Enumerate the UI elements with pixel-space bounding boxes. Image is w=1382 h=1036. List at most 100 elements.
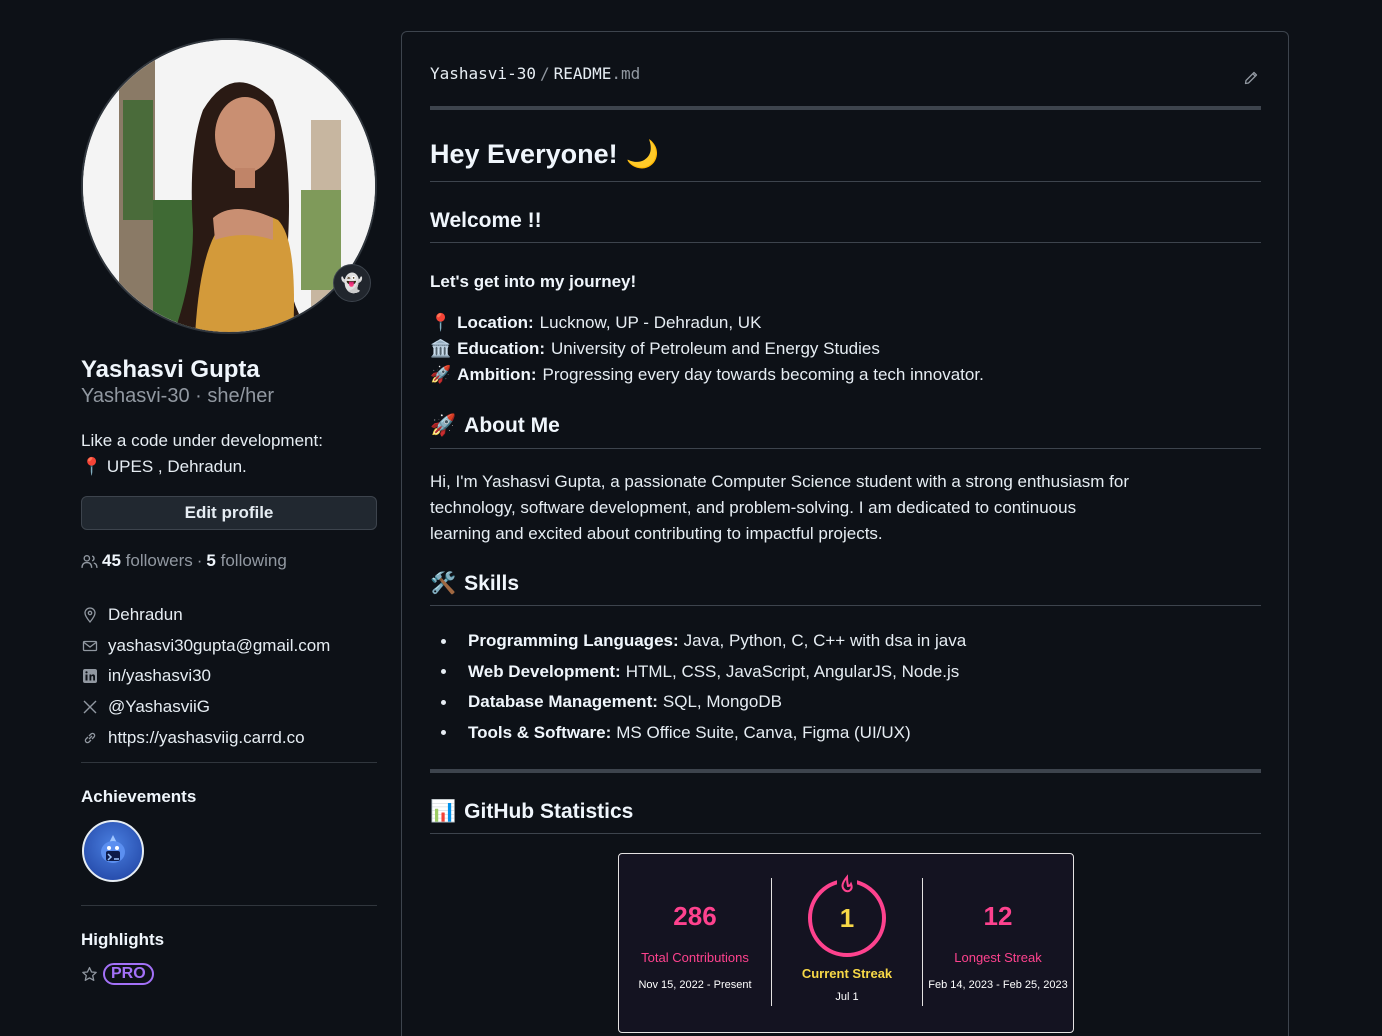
bio-line-2: 📍 UPES , Dehradun. (81, 454, 323, 480)
followers-label: followers (125, 551, 193, 570)
skill-label: Tools & Software: (468, 722, 612, 742)
longest-streak: 12 Longest Streak Feb 14, 2023 - Feb 25,… (922, 901, 1074, 991)
achievement-badge[interactable] (82, 820, 144, 882)
info-education: 🏛️ Education: University of Petroleum an… (430, 336, 880, 362)
info-ambition-value: Progressing every day towards becoming a… (542, 365, 984, 384)
current-streak: 1 Current Streak Jul 1 (771, 874, 923, 1003)
stats-title: GitHub Statistics (464, 800, 634, 823)
profile-sidebar: 👻 Yashasvi Gupta Yashasvi-30 · she/her L… (81, 38, 377, 985)
edit-profile-button[interactable]: Edit profile (81, 496, 377, 530)
total-value: 286 (673, 901, 717, 931)
sidebar-divider (81, 762, 377, 763)
skill-value: HTML, CSS, JavaScript, AngularJS, Node.j… (625, 661, 960, 681)
bullet (441, 699, 446, 705)
bio-line-1: Like a code under development: (81, 431, 323, 450)
readme-repo-link[interactable]: Yashasvi-30 (430, 64, 536, 83)
total-contributions: 286 Total Contributions Nov 15, 2022 - P… (619, 901, 771, 991)
readme-path: Yashasvi-30/README.md (430, 64, 640, 83)
skill-label: Programming Languages: (468, 631, 679, 651)
profile-name: Yashasvi Gupta (81, 356, 260, 383)
highlights-heading: Highlights (81, 930, 165, 949)
info-ambition-label: Ambition: (457, 365, 537, 384)
profile-details: Dehradun yashasvi30gupta@gmail.com in/ya… (81, 600, 330, 753)
welcome-rule (430, 242, 1261, 243)
skill-value: MS Office Suite, Canva, Figma (UI/UX) (616, 722, 911, 742)
rocket-icon: 🚀 (430, 365, 452, 384)
profile-bio: Like a code under development: 📍 UPES , … (81, 428, 323, 480)
about-paragraph: Hi, I'm Yashasvi Gupta, a passionate Com… (430, 469, 1129, 547)
ghost-icon: 👻 (340, 272, 364, 293)
skills-title: Skills (464, 572, 520, 595)
rocket-icon: 🚀 (430, 414, 457, 437)
streak-stats-card[interactable]: 286 Total Contributions Nov 15, 2022 - P… (618, 853, 1074, 1033)
detail-location: Dehradun (81, 600, 330, 631)
detail-website: https://yashasviig.carrd.co (81, 722, 330, 753)
skill-label: Database Management: (468, 692, 658, 712)
skills-rule (430, 605, 1261, 606)
pro-badge: PRO (103, 963, 154, 985)
following-count: 5 (206, 551, 216, 570)
following-link[interactable]: 5 following (206, 551, 286, 571)
info-location-value: Lucknow, UP - Dehradun, UK (539, 313, 762, 332)
x-icon (81, 698, 99, 716)
current-label: Current Streak (801, 966, 893, 981)
highlights-row: PRO (81, 963, 154, 985)
info-location-label: Location: (457, 313, 534, 332)
current-range: Jul 1 (835, 991, 859, 1003)
followers-link[interactable]: 45 followers (102, 551, 193, 571)
achievements-heading: Achievements (81, 787, 197, 806)
bar-chart-icon: 📊 (430, 800, 457, 823)
location-icon (81, 606, 99, 624)
shark-badge-icon (101, 835, 125, 863)
h1-text: Hey Everyone! (430, 138, 618, 169)
current-value: 1 (840, 903, 854, 933)
info-ambition: 🚀 Ambition: Progressing every day toward… (430, 362, 984, 388)
avatar-container: 👻 (81, 38, 377, 334)
skills-heading: 🛠️ Skills (430, 572, 519, 596)
welcome-text: Welcome !! (430, 209, 542, 232)
bio-line-2-text: UPES , Dehradun. (106, 457, 247, 476)
bullet (441, 669, 446, 675)
avatar[interactable] (81, 38, 377, 334)
streak-ring-icon: 1 (808, 874, 886, 957)
skill-value: SQL, MongoDB (662, 692, 782, 712)
longest-label: Longest Streak (954, 950, 1042, 965)
edit-readme-button[interactable] (1243, 70, 1259, 91)
section-rule (430, 769, 1261, 773)
info-education-value: University of Petroleum and Energy Studi… (551, 339, 880, 358)
email-link[interactable]: yashasvi30gupta@gmail.com (108, 636, 330, 656)
location-text: Dehradun (108, 605, 183, 625)
profile-handle: Yashasvi-30 · she/her (81, 385, 275, 407)
follow-stats: 45 followers · 5 following (81, 551, 287, 571)
list-item: Web Development: HTML, CSS, JavaScript, … (430, 657, 966, 688)
about-line-1: Hi, I'm Yashasvi Gupta, a passionate Com… (430, 472, 1130, 491)
moon-icon: 🌙 (625, 139, 660, 169)
detail-linkedin: in/yashasvi30 (81, 661, 330, 692)
list-item: Tools & Software: MS Office Suite, Canva… (430, 718, 966, 749)
website-link[interactable]: https://yashasviig.carrd.co (108, 728, 305, 748)
about-line-2: technology, software development, and pr… (430, 498, 1077, 517)
h1-rule (430, 181, 1261, 182)
detail-x: @YashasviiG (81, 692, 330, 723)
linkedin-icon (81, 667, 99, 685)
path-separator: / (539, 64, 550, 83)
detail-email: yashasvi30gupta@gmail.com (81, 631, 330, 662)
stats-heading: 📊 GitHub Statistics (430, 800, 633, 824)
longest-range: Feb 14, 2023 - Feb 25, 2023 (928, 979, 1068, 991)
linkedin-link[interactable]: in/yashasvi30 (108, 666, 211, 686)
mail-icon (81, 637, 99, 655)
readme-file-link[interactable]: README.md (554, 64, 641, 83)
bullet (441, 730, 446, 736)
longest-value: 12 (983, 901, 1013, 931)
readme-file-ext: .md (611, 64, 641, 83)
x-link[interactable]: @YashasviiG (108, 697, 210, 717)
readme-h1: Hey Everyone! 🌙 (430, 138, 659, 170)
readme-card: Yashasvi-30/README.md Hey Everyone! 🌙 We… (401, 31, 1289, 1036)
readme-header-rule (430, 106, 1261, 110)
about-heading: 🚀 About Me (430, 414, 560, 438)
status-emoji-button[interactable]: 👻 (333, 264, 371, 302)
people-icon (81, 554, 98, 568)
following-label: following (220, 551, 287, 570)
welcome-heading: Welcome !! (430, 209, 542, 233)
pin-icon: 📍 (81, 457, 103, 476)
